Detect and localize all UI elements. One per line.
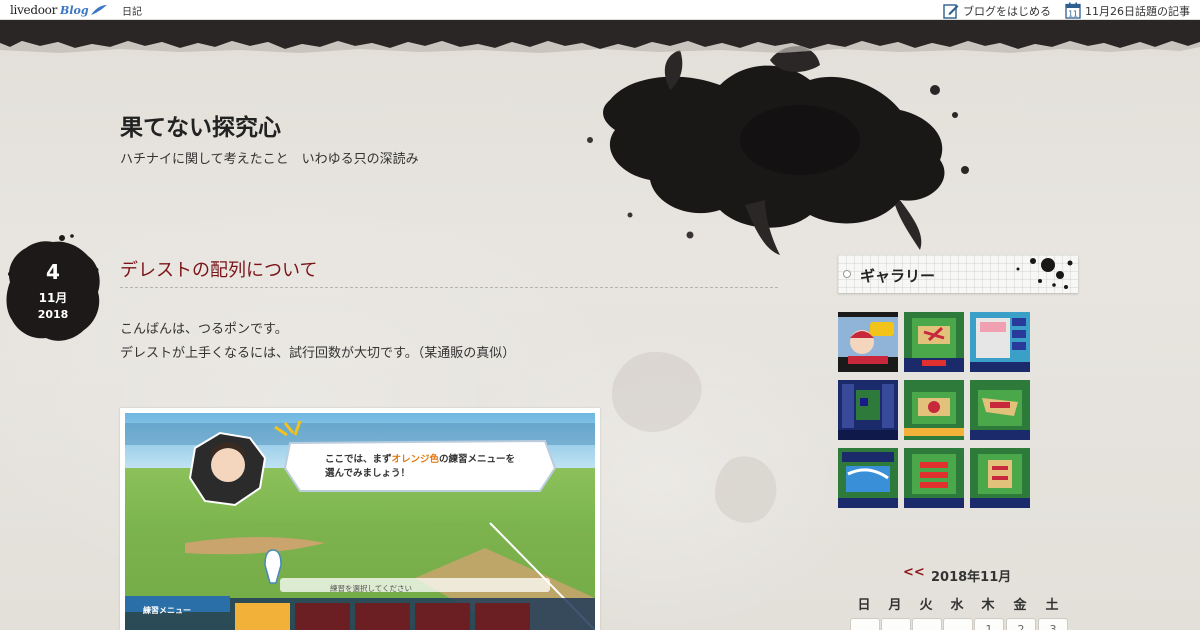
ink-splash-decoration bbox=[587, 35, 969, 255]
gallery-thumbnail[interactable] bbox=[904, 448, 964, 508]
nav-diary-link[interactable]: 日記 bbox=[122, 3, 142, 18]
logo-livedoor-text: livedoor bbox=[10, 3, 58, 17]
post-date-badge: 4 11月 2018 bbox=[4, 234, 102, 344]
tutorial-message: ここでは、まずオレンジ色の練習メニューを 選んでみましょう！ bbox=[325, 453, 560, 481]
post-title-link[interactable]: デレストの配列について bbox=[120, 256, 317, 282]
calendar-month-title: 2018年11月 bbox=[931, 570, 1012, 585]
calendar-weekday: 土 bbox=[1045, 598, 1059, 613]
calendar-day-cell bbox=[912, 618, 942, 630]
livedoor-toolbar: livedoor Blog 日記 ブログをはじめる 11 11月26日話題の記事 bbox=[0, 0, 1200, 20]
baseball-field-illustration bbox=[125, 413, 595, 630]
ink-spatter-decoration bbox=[1016, 258, 1073, 289]
trending-label: 11月26日話題の記事 bbox=[1085, 4, 1190, 18]
calendar-day-cell bbox=[881, 618, 911, 630]
calendar-weekday: 金 bbox=[1013, 598, 1027, 613]
blog-title[interactable]: 果てない探究心 bbox=[120, 108, 281, 142]
torn-header-band bbox=[0, 20, 1200, 53]
start-blog-label: ブログをはじめる bbox=[963, 4, 1051, 18]
calendar-prev-month-link[interactable]: << bbox=[903, 565, 925, 580]
gallery-thumbnail[interactable] bbox=[970, 448, 1030, 508]
calendar-weekday: 木 bbox=[981, 598, 995, 613]
gallery-title: ギャラリー bbox=[860, 267, 936, 285]
ink-stain-decoration bbox=[715, 456, 777, 523]
tutorial-text-line2: 選んでみましょう！ bbox=[325, 468, 411, 479]
logo-blog-text: Blog bbox=[60, 3, 89, 17]
calendar-header: << 2018年11月 bbox=[848, 565, 1068, 585]
gallery-grid bbox=[838, 312, 1034, 512]
gallery-header-bullet bbox=[843, 270, 851, 278]
calendar-weekday: 日 bbox=[857, 598, 871, 613]
start-blog-link[interactable]: ブログをはじめる bbox=[943, 3, 1051, 19]
gallery-thumbnail[interactable] bbox=[904, 380, 964, 440]
calendar-day-cell[interactable]: 2 bbox=[1006, 618, 1036, 630]
livedoor-blog-logo[interactable]: livedoor Blog bbox=[10, 2, 108, 18]
calendar-weekday: 月 bbox=[888, 598, 902, 613]
calendar-day-cell bbox=[943, 618, 973, 630]
post-body-line: こんばんは、つるポンです。 bbox=[120, 322, 288, 337]
gallery-header: ギャラリー bbox=[838, 255, 1078, 293]
trending-articles-link[interactable]: 11 11月26日話題の記事 bbox=[1065, 2, 1190, 19]
calendar-weekday-row: 日 月 火 水 木 金 土 bbox=[848, 594, 1068, 613]
practice-select-prompt: 練習を選択してください bbox=[330, 584, 413, 593]
post-body-line: デレストが上手くなるには、試行回数が大切です。（某通販の真似） bbox=[120, 346, 516, 361]
gallery-thumbnail[interactable] bbox=[838, 380, 898, 440]
feather-icon bbox=[90, 5, 107, 15]
gallery-thumbnail[interactable] bbox=[904, 312, 964, 372]
tutorial-text-part: の練習メニューを bbox=[439, 454, 516, 465]
post-screenshot[interactable]: ここでは、まずオレンジ色の練習メニューを 選んでみましょう！ 練習を選択してくだ… bbox=[120, 408, 600, 630]
gallery-thumbnail[interactable] bbox=[970, 380, 1030, 440]
gallery-thumbnail[interactable] bbox=[838, 448, 898, 508]
ink-stain-decoration bbox=[611, 351, 702, 432]
calendar-icon-day: 11 bbox=[1068, 10, 1078, 19]
tutorial-highlight: オレンジ色 bbox=[391, 454, 440, 465]
gallery-thumbnail[interactable] bbox=[838, 312, 898, 372]
blog-description: ハチナイに関して考えたこと いわゆる只の深読み bbox=[120, 152, 419, 167]
post-date-day: 4 bbox=[46, 260, 60, 284]
post-body: こんばんは、つるポンです。 デレストが上手くなるには、試行回数が大切です。（某通… bbox=[120, 318, 515, 366]
calendar-icon: 11 bbox=[1065, 2, 1081, 19]
gallery-thumbnail[interactable] bbox=[970, 312, 1030, 372]
post-title-divider bbox=[120, 287, 778, 288]
practice-menu-label: 練習メニュー bbox=[143, 606, 191, 615]
calendar-day-cell[interactable]: 3 bbox=[1038, 618, 1068, 630]
calendar-weekday: 火 bbox=[919, 598, 933, 613]
calendar-day-cell bbox=[850, 618, 880, 630]
calendar-day-cell[interactable]: 1 bbox=[974, 618, 1004, 630]
post-date-month: 11月 bbox=[38, 291, 68, 305]
tutorial-text-part: ここでは、まず bbox=[325, 454, 392, 465]
post-date-year: 2018 bbox=[37, 308, 69, 321]
pencil-note-icon bbox=[943, 3, 959, 19]
calendar-weekday: 水 bbox=[950, 598, 964, 613]
